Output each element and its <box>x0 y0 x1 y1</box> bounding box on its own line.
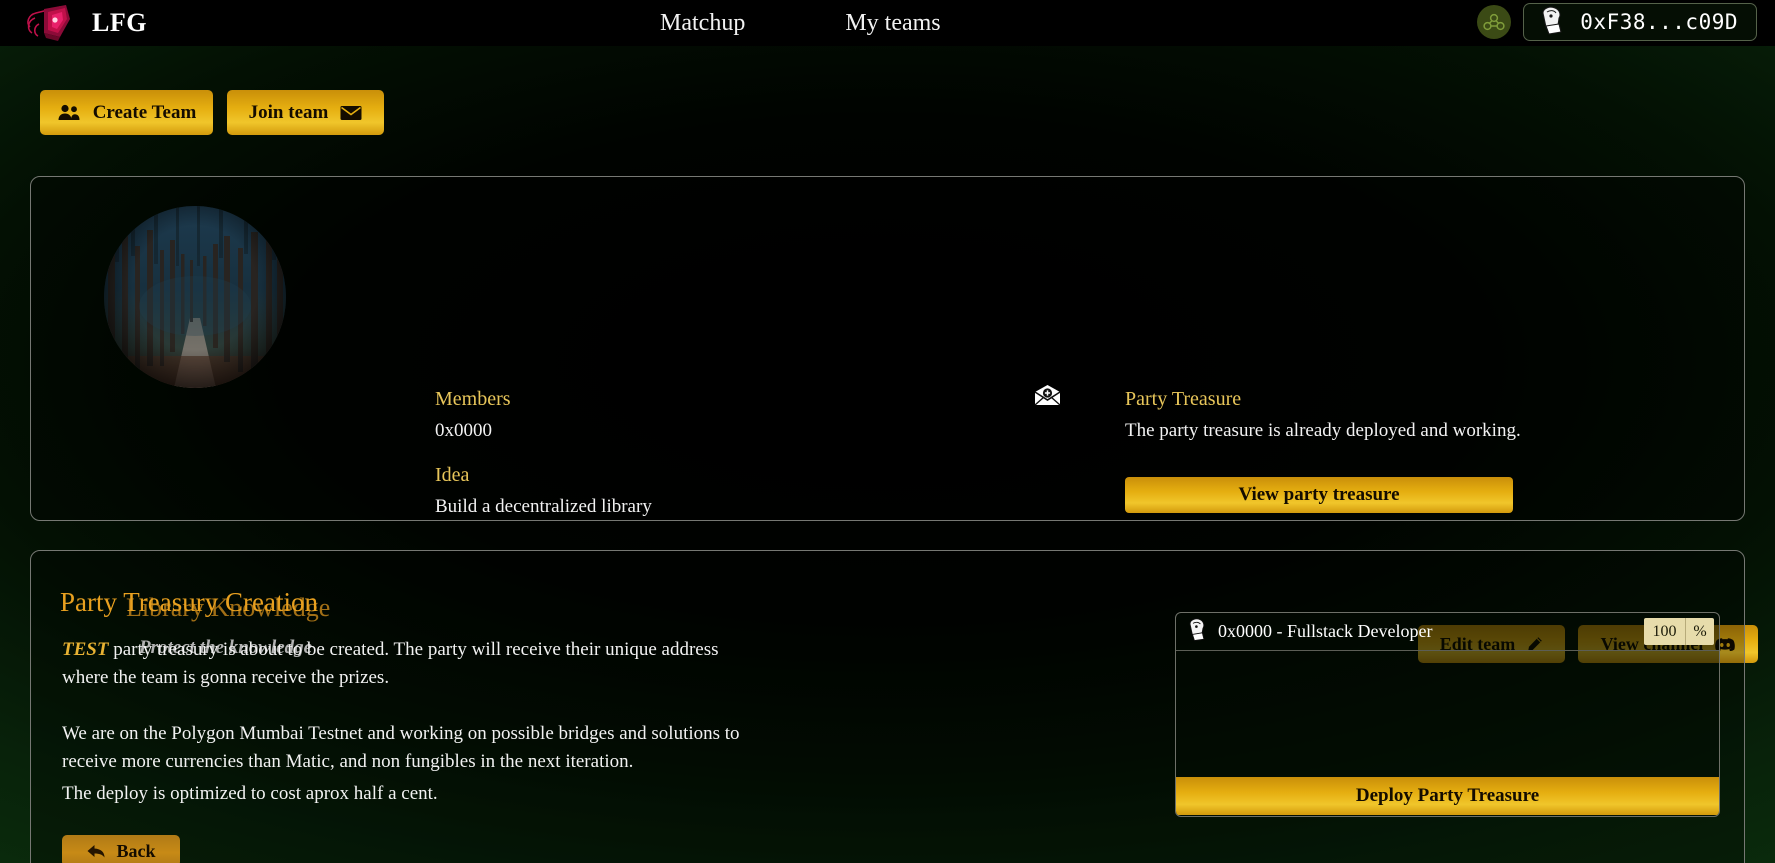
back-button[interactable]: Back <box>62 835 180 863</box>
brand-name: LFG <box>92 8 147 37</box>
allocation-percent-value[interactable]: 100 <box>1644 618 1686 645</box>
create-team-button[interactable]: Create Team <box>40 90 213 135</box>
wallet-address: 0xF38...c09D <box>1580 10 1738 34</box>
deploy-label: Deploy Party Treasure <box>1355 785 1540 806</box>
main-nav: Matchup My teams <box>660 0 941 46</box>
nav-my-teams[interactable]: My teams <box>845 10 940 37</box>
members-label: Members <box>435 388 511 410</box>
create-team-label: Create Team <box>92 101 197 123</box>
view-party-treasure-button[interactable]: View party treasure <box>1125 477 1513 513</box>
nav-matchup[interactable]: Matchup <box>660 10 745 37</box>
view-party-treasure-label: View party treasure <box>1238 484 1400 505</box>
brand[interactable]: LFG <box>22 3 147 43</box>
allocation-member: 0x0000 - Fullstack Developer <box>1186 617 1432 646</box>
arrow-left-icon <box>86 843 106 859</box>
header-right: 0xF38...c09D <box>1477 3 1757 41</box>
test-emphasis: TEST <box>62 639 109 660</box>
percent-sign: % <box>1693 622 1707 640</box>
treasury-paragraph-2: We are on the Polygon Mumbai Testnet and… <box>62 723 740 772</box>
app-root: LFG Matchup My teams 0xF38...c09D Create… <box>0 0 1775 863</box>
party-treasure-description: The party treasure is already deployed a… <box>1125 420 1521 441</box>
allocation-row: 0x0000 - Fullstack Developer 100 % <box>1176 613 1719 651</box>
team-card: Library Knowledge Protect the knowledge … <box>30 176 1758 663</box>
envelope-add-member-icon[interactable] <box>1034 384 1061 411</box>
join-team-button[interactable]: Join team <box>227 90 384 135</box>
top-header: LFG Matchup My teams 0xF38...c09D <box>0 0 1775 46</box>
team-actions-bar: Create Team Join team <box>40 90 384 135</box>
member-avatar-icon <box>1186 617 1208 646</box>
polygon-network-icon[interactable] <box>1477 5 1512 39</box>
allocation-member-name: 0x0000 - Fullstack Developer <box>1218 621 1433 641</box>
forest-path-photo <box>104 206 286 388</box>
deploy-party-treasure-button[interactable]: Deploy Party Treasure <box>1176 777 1719 815</box>
team-avatar <box>104 206 286 388</box>
treasury-allocation-panel: 0x0000 - Fullstack Developer 100 % Deplo… <box>1175 612 1720 817</box>
members-value: 0x0000 <box>435 420 492 441</box>
back-label: Back <box>116 840 156 861</box>
users-icon <box>57 104 81 121</box>
allocation-percent-input[interactable]: 100 % <box>1644 618 1714 645</box>
wallet-avatar-icon <box>1538 5 1566 40</box>
party-treasure-label: Party Treasure <box>1125 388 1242 410</box>
lfg-mask-logo-icon <box>22 3 80 43</box>
idea-label: Idea <box>435 464 470 486</box>
wallet-button[interactable]: 0xF38...c09D <box>1523 3 1757 41</box>
treasury-paragraph-1: TEST party treasury is about to be creat… <box>62 636 762 692</box>
envelope-icon <box>340 105 362 121</box>
treasury-paragraph-3: The deploy is optimized to cost aprox ha… <box>62 783 438 804</box>
treasury-section-title: Party Treasury Creation <box>60 587 318 617</box>
allocation-empty-area <box>1176 651 1719 777</box>
idea-value: Build a decentralized library <box>435 496 652 517</box>
join-team-label: Join team <box>248 101 329 123</box>
treasury-paragraph-1-rest: party treasury is about to be created. T… <box>62 639 719 688</box>
